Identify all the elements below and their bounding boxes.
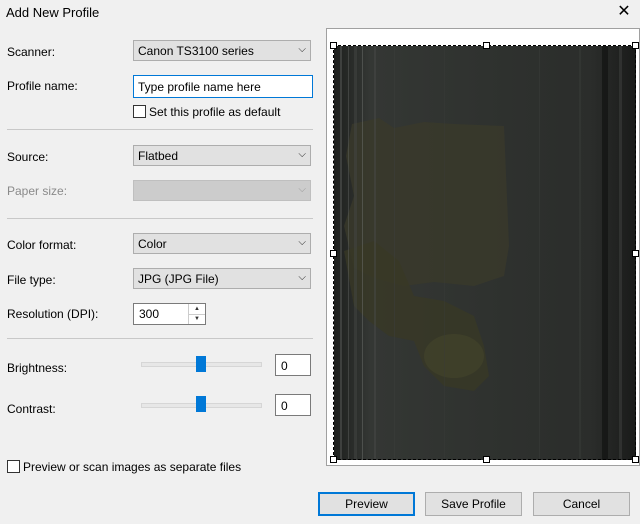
- scan-region-selection[interactable]: [333, 45, 636, 460]
- paper-size-select: ⌵: [133, 180, 311, 201]
- divider: [7, 218, 313, 219]
- resize-handle[interactable]: [632, 42, 639, 49]
- separate-files-checkbox[interactable]: [7, 460, 20, 473]
- profile-name-input[interactable]: Type profile name here: [133, 75, 313, 98]
- brightness-slider-thumb[interactable]: [195, 356, 206, 372]
- brightness-value: 0: [281, 359, 288, 373]
- chevron-down-icon: ⌵: [298, 149, 306, 160]
- chevron-down-icon: ⌵: [298, 272, 306, 283]
- resolution-value: 300: [139, 307, 160, 321]
- contrast-label: Contrast:: [7, 402, 56, 416]
- set-default-label: Set this profile as default: [149, 105, 281, 119]
- paper-size-label: Paper size:: [7, 184, 68, 198]
- profile-name-label: Profile name:: [7, 79, 78, 93]
- preview-button[interactable]: Preview: [318, 492, 415, 516]
- contrast-value: 0: [281, 399, 288, 413]
- scanner-label: Scanner:: [7, 45, 56, 59]
- resolution-stepper[interactable]: 300 ▲ ▼: [133, 303, 206, 325]
- file-type-select[interactable]: JPG (JPG File) ⌵: [133, 268, 311, 289]
- color-format-value: Color: [138, 237, 167, 251]
- resize-handle[interactable]: [632, 456, 639, 463]
- scanner-value: Canon TS3100 series: [138, 44, 254, 58]
- resize-handle[interactable]: [330, 456, 337, 463]
- window-title: Add New Profile: [6, 5, 100, 20]
- contrast-slider-thumb[interactable]: [195, 396, 206, 412]
- resize-handle[interactable]: [483, 42, 490, 49]
- profile-name-placeholder: Type profile name here: [138, 80, 261, 94]
- color-format-label: Color format:: [7, 238, 77, 252]
- separate-files-label: Preview or scan images as separate files: [23, 460, 242, 474]
- source-value: Flatbed: [138, 149, 179, 163]
- chevron-down-icon: ⌵: [298, 237, 306, 248]
- stepper-buttons: ▲ ▼: [188, 304, 205, 324]
- contrast-input[interactable]: 0: [275, 394, 311, 416]
- cancel-button[interactable]: Cancel: [533, 492, 630, 516]
- resize-handle[interactable]: [330, 42, 337, 49]
- resolution-label: Resolution (DPI):: [7, 307, 99, 321]
- chevron-down-icon[interactable]: ▼: [189, 314, 205, 324]
- chevron-down-icon: ⌵: [298, 44, 306, 55]
- resize-handle[interactable]: [632, 250, 639, 257]
- source-select[interactable]: Flatbed ⌵: [133, 145, 311, 166]
- source-label: Source:: [7, 150, 49, 164]
- brightness-label: Brightness:: [7, 361, 68, 375]
- resize-handle[interactable]: [483, 456, 490, 463]
- file-type-label: File type:: [7, 273, 56, 287]
- brightness-input[interactable]: 0: [275, 354, 311, 376]
- save-profile-button[interactable]: Save Profile: [425, 492, 522, 516]
- divider: [7, 129, 313, 130]
- color-format-select[interactable]: Color ⌵: [133, 233, 311, 254]
- set-default-checkbox[interactable]: [133, 105, 146, 118]
- divider: [7, 338, 313, 339]
- resize-handle[interactable]: [330, 250, 337, 257]
- chevron-down-icon: ⌵: [298, 184, 306, 195]
- file-type-value: JPG (JPG File): [138, 272, 219, 286]
- scanner-select[interactable]: Canon TS3100 series ⌵: [133, 40, 311, 61]
- close-icon[interactable]: ✕: [615, 3, 633, 21]
